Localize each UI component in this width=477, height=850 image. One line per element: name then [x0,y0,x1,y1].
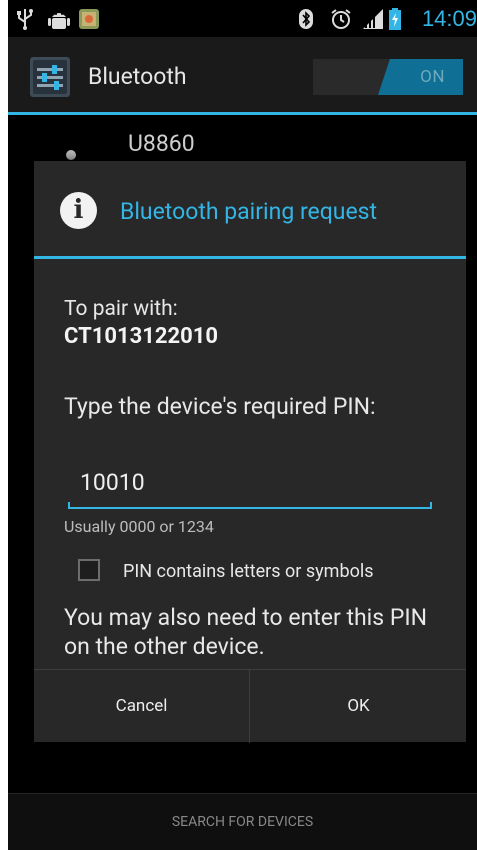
pin-input[interactable]: 10010 [68,459,432,509]
dialog-title: Bluetooth pairing request [120,198,378,225]
pin-input-tick-left [68,502,70,509]
pair-with-label: To pair with: [64,297,178,321]
battery-icon [388,8,402,34]
search-for-devices-button[interactable]: SEARCH FOR DEVICES [8,794,477,850]
pin-letters-checkbox-label[interactable]: PIN contains letters or symbols [123,561,374,582]
pin-prompt: Type the device's required PIN: [64,393,376,420]
alarm-icon [330,8,352,34]
settings-app-icon[interactable] [30,57,70,97]
usb-icon [16,8,34,34]
signal-icon [362,8,384,34]
pair-device-name: CT1013122010 [64,324,218,349]
bluetooth-icon [298,8,314,34]
pairing-dialog: i Bluetooth pairing request To pair with… [34,161,466,743]
status-time: 14:09 [421,6,477,31]
dialog-header: i Bluetooth pairing request [34,161,466,259]
action-bar: Bluetooth ON [8,37,477,115]
android-debug-icon [48,8,70,36]
toggle-on-label: ON [420,67,445,87]
device-name: U8860 [128,130,195,157]
button-divider [249,670,250,743]
pin-input-tick-right [430,502,432,509]
pin-letters-checkbox[interactable] [78,559,100,581]
bluetooth-toggle[interactable]: ON [313,59,463,95]
cancel-button[interactable]: Cancel [34,670,249,743]
pin-input-underline [68,507,432,509]
bottom-bar: SEARCH FOR DEVICES [8,793,477,850]
app-notification-icon [78,8,100,34]
pin-input-value: 10010 [80,469,145,496]
pin-note: You may also need to enter this PIN on t… [64,604,428,660]
phone-screen: 14:09 Bluetooth ON U8860 SEARCH FOR DEVI… [8,0,477,850]
page-title: Bluetooth [88,63,187,90]
info-icon: i [60,192,97,229]
dialog-button-bar: Cancel OK [34,669,466,743]
pin-hint: Usually 0000 or 1234 [64,517,214,536]
status-bar: 14:09 [8,0,477,37]
ok-button[interactable]: OK [251,670,466,743]
device-bullet-icon [66,150,76,160]
